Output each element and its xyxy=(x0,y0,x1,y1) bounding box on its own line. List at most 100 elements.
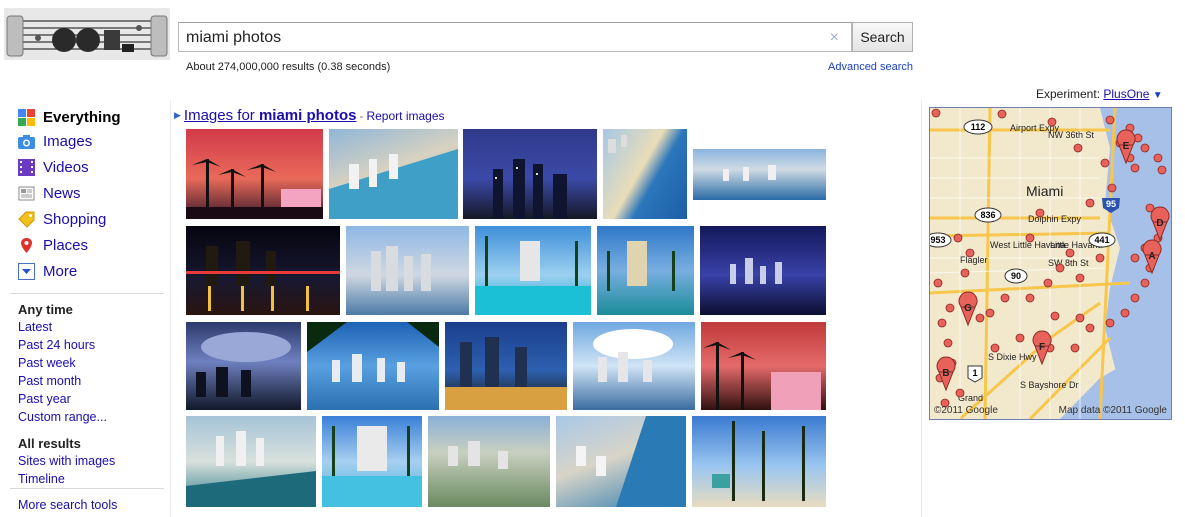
image-thumbnail[interactable] xyxy=(445,322,567,410)
nav-divider xyxy=(10,488,164,489)
map-label: NW 36th St xyxy=(1048,130,1095,140)
evening-marina-image xyxy=(445,337,567,410)
result-option-timeline[interactable]: Timeline xyxy=(18,472,65,486)
image-thumbnail[interactable] xyxy=(556,416,686,507)
advanced-search-link[interactable]: Advanced search xyxy=(828,61,913,73)
nav-label: Places xyxy=(43,236,89,254)
night-city-reflection-image xyxy=(186,241,340,311)
bay-skyline-image xyxy=(371,246,431,291)
map-marker-b: B xyxy=(942,368,949,379)
tag-icon xyxy=(18,211,35,228)
dropdown-arrow-icon[interactable]: ▼ xyxy=(1153,90,1163,101)
left-divider xyxy=(170,100,171,517)
search-button[interactable]: Search xyxy=(852,22,913,52)
nav-label: News xyxy=(43,184,81,202)
time-option-latest[interactable]: Latest xyxy=(18,320,52,334)
image-thumbnail[interactable] xyxy=(346,226,469,315)
map-label: Miami xyxy=(1026,183,1063,199)
pool-palms-image xyxy=(475,236,591,315)
hotel-pool-image xyxy=(607,241,675,291)
map-marker-f: F xyxy=(1039,342,1045,353)
aerial-city-image xyxy=(448,441,508,469)
result-option-images[interactable]: Sites with images xyxy=(18,454,115,468)
map-canvas: Airport Expy NW 36th St Miami Dolphin Ex… xyxy=(930,108,1171,419)
map-data-credit[interactable]: Map data ©2011 Google xyxy=(1059,405,1167,416)
time-heading: Any time xyxy=(18,302,73,317)
result-stats: About 274,000,000 results (0.38 seconds) xyxy=(186,61,391,73)
image-thumbnail[interactable] xyxy=(428,416,550,507)
image-thumbnail[interactable] xyxy=(692,416,826,507)
report-images-link[interactable]: Report images xyxy=(366,109,444,123)
time-option-24h[interactable]: Past 24 hours xyxy=(18,338,95,352)
newspaper-icon xyxy=(18,185,35,202)
nav-places[interactable]: Places xyxy=(18,234,88,256)
image-thumbnail[interactable] xyxy=(322,416,422,507)
nav-more[interactable]: More xyxy=(18,260,77,282)
guitar-doodle-icon xyxy=(4,8,170,60)
beach-lifeguard-image xyxy=(712,421,805,501)
images-for-query: miami photos xyxy=(258,107,357,124)
map-label: Flagler xyxy=(960,255,988,265)
image-thumbnail[interactable] xyxy=(307,322,439,410)
image-thumbnail[interactable] xyxy=(603,129,687,219)
image-thumbnail[interactable] xyxy=(186,416,316,507)
map[interactable]: Airport Expy NW 36th St Miami Dolphin Ex… xyxy=(929,107,1172,420)
time-option-week[interactable]: Past week xyxy=(18,356,76,370)
image-thumbnail[interactable] xyxy=(186,129,323,219)
nav-shopping[interactable]: Shopping xyxy=(18,208,106,230)
aerial-island-image xyxy=(186,431,316,507)
map-shield: 441 xyxy=(1094,235,1109,245)
images-for-link[interactable]: Images for miami photos xyxy=(184,107,357,124)
image-thumbnail[interactable] xyxy=(475,226,591,315)
map-label: Dolphin Expy xyxy=(1028,214,1082,224)
image-thumbnail[interactable] xyxy=(701,322,826,410)
image-thumbnail[interactable] xyxy=(186,322,301,410)
map-marker-e: E xyxy=(1123,141,1130,152)
map-shield: 112 xyxy=(971,122,986,132)
search-input[interactable] xyxy=(186,28,786,48)
storm-skyline-image xyxy=(196,332,291,397)
nav-videos[interactable]: Videos xyxy=(18,156,89,178)
film-icon xyxy=(18,158,35,176)
nav-images[interactable]: Images xyxy=(18,130,92,152)
camera-icon xyxy=(18,133,35,150)
nav-news[interactable]: News xyxy=(18,182,81,204)
right-divider xyxy=(921,100,922,517)
everything-icon xyxy=(18,108,35,126)
more-search-tools-link[interactable]: More search tools xyxy=(18,498,117,512)
results-heading: All results xyxy=(18,436,81,451)
image-thumbnail[interactable] xyxy=(693,149,826,200)
plusone-link[interactable]: PlusOne xyxy=(1103,87,1149,101)
clouds-skyline-image xyxy=(593,329,673,382)
image-thumbnail[interactable] xyxy=(597,226,694,315)
map-marker-a: A xyxy=(1148,251,1155,262)
map-label: S Bayshore Dr xyxy=(1020,380,1079,390)
time-option-year[interactable]: Past year xyxy=(18,392,71,406)
coastline-image xyxy=(608,135,627,153)
map-shield: 836 xyxy=(980,210,995,220)
time-option-month[interactable]: Past month xyxy=(18,374,81,388)
nav-label: Shopping xyxy=(43,210,107,228)
aerial-beach-image xyxy=(329,149,458,219)
nav-label: More xyxy=(43,262,78,280)
map-label: SW 8th St xyxy=(1048,258,1089,268)
experiment-label: Experiment: PlusOne ▼ xyxy=(1036,87,1163,101)
image-thumbnail[interactable] xyxy=(700,226,826,315)
image-thumbnail[interactable] xyxy=(186,226,340,315)
clear-icon[interactable]: × xyxy=(830,29,839,47)
google-doodle-logo[interactable] xyxy=(4,8,170,60)
nav-everything[interactable]: Everything xyxy=(18,106,121,128)
time-option-custom[interactable]: Custom range... xyxy=(18,410,107,424)
image-thumbnail[interactable] xyxy=(329,129,458,219)
image-thumbnail[interactable] xyxy=(463,129,597,219)
nav-label: Images xyxy=(43,132,93,150)
map-shield: 953 xyxy=(930,235,945,245)
map-shield: 90 xyxy=(1011,271,1021,281)
image-thumbnail[interactable] xyxy=(573,322,695,410)
search-box[interactable]: × xyxy=(178,22,852,52)
pin-icon xyxy=(18,237,35,254)
map-marker-g: G xyxy=(964,303,972,314)
aerial-coast-image xyxy=(723,165,776,181)
separator: - xyxy=(359,109,364,123)
nav-divider xyxy=(10,293,164,294)
